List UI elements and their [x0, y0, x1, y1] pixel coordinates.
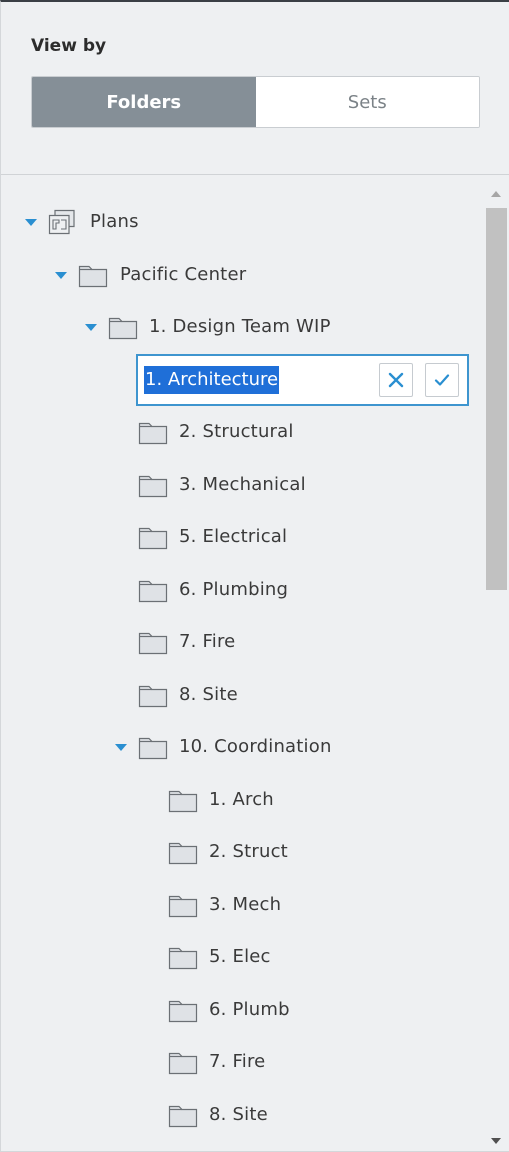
folder-icon [78, 262, 108, 288]
close-icon [388, 372, 404, 388]
tree-item-electrical[interactable]: 5. Electrical [1, 517, 485, 557]
tree-item-plumb[interactable]: 6. Plumb [1, 990, 485, 1030]
folders-tab[interactable]: Folders [32, 77, 256, 127]
folder-icon [168, 944, 198, 970]
tree-item-coord-fire[interactable]: 7. Fire [1, 1042, 485, 1082]
confirm-rename-button[interactable] [425, 363, 459, 397]
check-icon [434, 374, 450, 386]
tree-item-label: 3. Mechanical [179, 474, 306, 495]
folder-tree: Plans Pacific Center 1. Design Team WIP … [1, 175, 485, 1151]
tree-scrollbar[interactable] [485, 180, 509, 1151]
folder-icon [138, 682, 168, 708]
tree-item-arch[interactable]: 1. Arch [1, 780, 485, 820]
folder-icon [138, 629, 168, 655]
folder-icon [168, 1102, 198, 1128]
folder-panel: View by Folders Sets Plans Pacific Cente… [0, 0, 509, 1152]
rename-folder-input[interactable]: 1. Architecture [144, 366, 280, 394]
tree-item-site[interactable]: 8. Site [1, 675, 485, 715]
tree-item-label: 3. Mech [209, 894, 282, 915]
tree-item-label: 7. Fire [209, 1051, 266, 1072]
tree-item-label: 6. Plumb [209, 999, 290, 1020]
folder-icon [168, 892, 198, 918]
plans-icon [48, 209, 78, 235]
tree-item-elec[interactable]: 5. Elec [1, 937, 485, 977]
rename-folder-box: 1. Architecture [136, 354, 469, 406]
folder-icon [138, 577, 168, 603]
caret-down-icon[interactable] [85, 324, 97, 331]
scroll-down-icon[interactable] [491, 1138, 501, 1144]
scroll-thumb[interactable] [486, 208, 507, 590]
tree-item-label: 1. Design Team WIP [149, 316, 331, 337]
folder-icon [108, 314, 138, 340]
tree-item-label: 5. Elec [209, 946, 271, 967]
tree-item-plumbing[interactable]: 6. Plumbing [1, 570, 485, 610]
tree-item-fire[interactable]: 7. Fire [1, 622, 485, 662]
caret-down-icon[interactable] [25, 219, 37, 226]
tree-item-label: 7. Fire [179, 631, 236, 652]
folder-icon [138, 472, 168, 498]
tree-item-plans[interactable]: Plans [1, 202, 485, 242]
tree-item-label: 2. Struct [209, 841, 288, 862]
tree-item-label: 8. Site [209, 1104, 268, 1125]
folder-icon [168, 997, 198, 1023]
folder-icon [168, 787, 198, 813]
tree-item-struct[interactable]: 2. Struct [1, 832, 485, 872]
folder-icon [138, 524, 168, 550]
tree-item-structural[interactable]: 2. Structural [1, 412, 485, 452]
tree-item-label: 2. Structural [179, 421, 294, 442]
tree-item-label: 8. Site [179, 684, 238, 705]
scroll-up-icon[interactable] [491, 191, 501, 197]
tree-item-label: 5. Electrical [179, 526, 288, 547]
tree-item-label: Plans [90, 211, 139, 232]
folder-icon [138, 734, 168, 760]
caret-down-icon[interactable] [115, 744, 127, 751]
tree-item-design-team-wip[interactable]: 1. Design Team WIP [1, 307, 485, 347]
view-by-toggle: Folders Sets [31, 76, 480, 128]
view-by-label: View by [31, 36, 107, 56]
folder-icon [168, 839, 198, 865]
view-by-header: View by Folders Sets [1, 2, 509, 174]
cancel-rename-button[interactable] [379, 363, 413, 397]
caret-down-icon[interactable] [55, 272, 67, 279]
folder-icon [138, 419, 168, 445]
tree-item-label: 1. Arch [209, 789, 274, 810]
folder-icon [168, 1049, 198, 1075]
tree-item-mech[interactable]: 3. Mech [1, 885, 485, 925]
tree-item-label: 10. Coordination [179, 736, 332, 757]
tree-item-mechanical[interactable]: 3. Mechanical [1, 465, 485, 505]
tree-item-coordination[interactable]: 10. Coordination [1, 727, 485, 767]
tree-item-coord-site[interactable]: 8. Site [1, 1095, 485, 1135]
tree-item-label: 6. Plumbing [179, 579, 289, 600]
sets-tab[interactable]: Sets [255, 77, 479, 127]
tree-item-label: Pacific Center [120, 264, 247, 285]
tree-item-pacific-center[interactable]: Pacific Center [1, 255, 485, 295]
